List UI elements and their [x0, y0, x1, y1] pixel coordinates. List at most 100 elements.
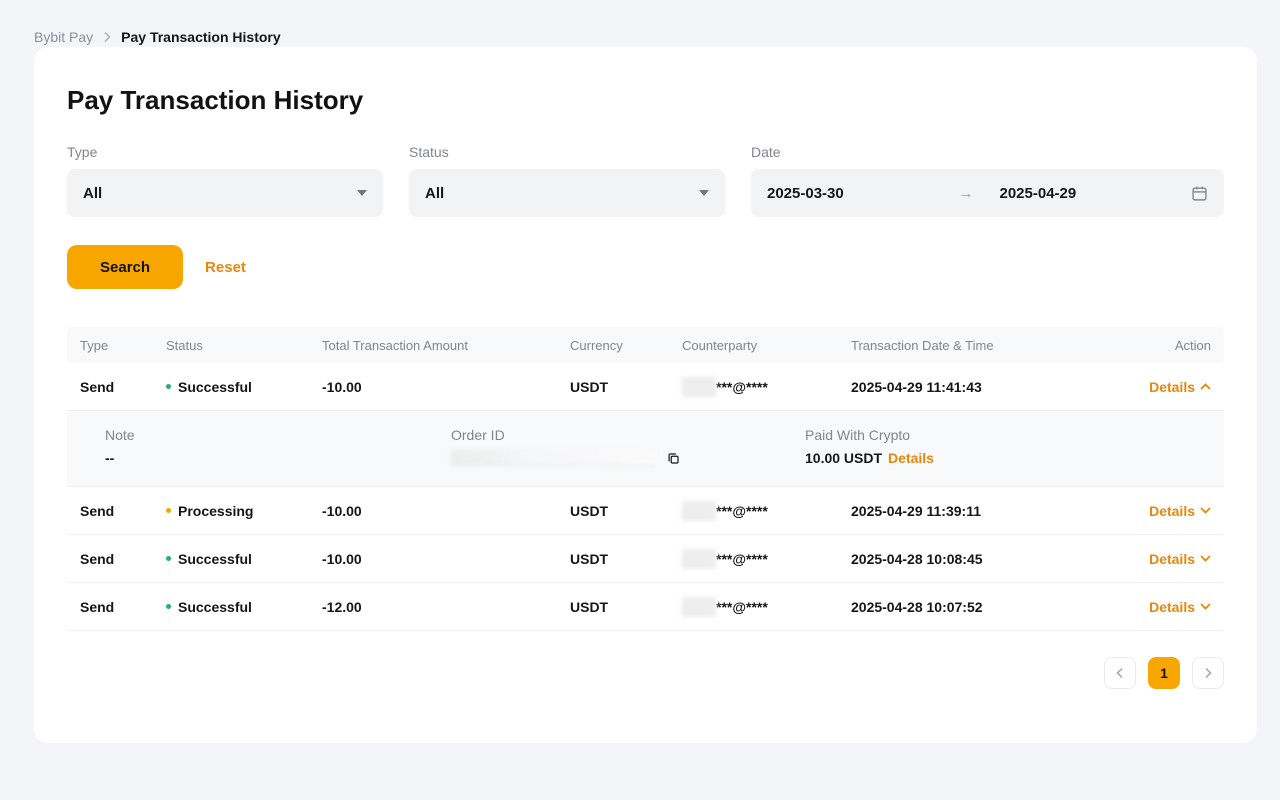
redacted-counterparty-box: [682, 597, 716, 617]
detail-note: Note --: [105, 427, 451, 466]
chevron-down-icon: [699, 190, 709, 196]
cell-datetime: 2025-04-29 11:39:11: [851, 503, 1121, 519]
table-body: Send Successful -10.00 USDT ***@**** 202…: [67, 363, 1224, 631]
table-row: Send Processing -10.00 USDT ***@**** 202…: [67, 487, 1224, 535]
order-id-label: Order ID: [451, 427, 805, 443]
cell-currency: USDT: [570, 379, 682, 395]
reset-button[interactable]: Reset: [201, 259, 250, 276]
paid-with-crypto-label: Paid With Crypto: [805, 427, 1211, 443]
redacted-counterparty-box: [682, 549, 716, 569]
cell-status: Successful: [166, 551, 322, 567]
cell-counterparty: ***@****: [682, 377, 851, 397]
paid-with-crypto-value: 10.00 USDT: [805, 450, 882, 466]
cell-amount: -10.00: [322, 551, 570, 567]
date-end-value[interactable]: 2025-04-29: [1000, 185, 1192, 202]
column-header-status: Status: [166, 338, 322, 353]
redacted-order-id-box: [451, 450, 656, 466]
content-card: Pay Transaction History Type All Status …: [34, 47, 1257, 743]
cell-counterparty: ***@****: [682, 597, 851, 617]
chevron-right-icon: [103, 31, 111, 43]
cell-counterparty-text: ***@****: [716, 379, 768, 395]
cell-status: Successful: [166, 599, 322, 615]
page-title: Pay Transaction History: [67, 85, 1224, 116]
cell-currency: USDT: [570, 551, 682, 567]
cell-amount: -10.00: [322, 503, 570, 519]
search-button[interactable]: Search: [67, 245, 183, 289]
status-select[interactable]: All: [409, 169, 725, 217]
table-row: Send Successful -10.00 USDT ***@**** 202…: [67, 363, 1224, 411]
date-range-picker[interactable]: 2025-03-30 → 2025-04-29: [751, 169, 1224, 217]
date-filter: Date 2025-03-30 → 2025-04-29: [751, 144, 1224, 217]
cell-status: Successful: [166, 379, 322, 395]
redacted-counterparty-box: [682, 377, 716, 397]
details-link-label: Details: [1149, 379, 1195, 395]
type-select[interactable]: All: [67, 169, 383, 217]
cell-datetime: 2025-04-29 11:41:43: [851, 379, 1121, 395]
cell-counterparty-text: ***@****: [716, 503, 768, 519]
table-row: Send Successful -12.00 USDT ***@**** 202…: [67, 583, 1224, 631]
details-toggle-link[interactable]: Details: [1149, 379, 1211, 395]
filter-actions: Search Reset: [67, 245, 1224, 289]
cell-currency: USDT: [570, 503, 682, 519]
details-link-label: Details: [1149, 599, 1195, 615]
type-filter: Type All: [67, 144, 383, 217]
column-header-counterparty: Counterparty: [682, 338, 851, 353]
column-header-action: Action: [1121, 338, 1211, 353]
cell-type: Send: [80, 551, 166, 567]
cell-counterparty-text: ***@****: [716, 551, 768, 567]
cell-type: Send: [80, 379, 166, 395]
cell-status-text: Successful: [178, 551, 252, 567]
cell-datetime: 2025-04-28 10:08:45: [851, 551, 1121, 567]
column-header-amount: Total Transaction Amount: [322, 338, 570, 353]
transactions-table: Type Status Total Transaction Amount Cur…: [67, 327, 1224, 631]
column-header-currency: Currency: [570, 338, 682, 353]
cell-status-text: Successful: [178, 379, 252, 395]
cell-counterparty: ***@****: [682, 549, 851, 569]
breadcrumb: Bybit Pay Pay Transaction History: [0, 0, 1280, 47]
type-select-value: All: [83, 185, 102, 202]
cell-status: Processing: [166, 503, 322, 519]
chevron-down-icon: [1200, 507, 1211, 514]
paid-with-crypto-details-link[interactable]: Details: [888, 450, 934, 466]
page-1-button[interactable]: 1: [1148, 657, 1180, 689]
cell-type: Send: [80, 599, 166, 615]
cell-status-text: Successful: [178, 599, 252, 615]
status-filter-label: Status: [409, 144, 725, 160]
details-toggle-link[interactable]: Details: [1149, 599, 1211, 615]
table-row: Send Successful -10.00 USDT ***@**** 202…: [67, 535, 1224, 583]
cell-currency: USDT: [570, 599, 682, 615]
filter-bar: Type All Status All Date 2025-03-30 → 20…: [67, 144, 1224, 217]
details-toggle-link[interactable]: Details: [1149, 551, 1211, 567]
detail-order-id: Order ID: [451, 427, 805, 466]
expanded-detail-row: Note -- Order ID Paid With Crypto 10.00 …: [67, 411, 1224, 487]
details-link-label: Details: [1149, 503, 1195, 519]
redacted-counterparty-box: [682, 501, 716, 521]
note-value: --: [105, 450, 451, 466]
calendar-icon[interactable]: [1191, 185, 1208, 202]
copy-icon[interactable]: [666, 451, 681, 466]
breadcrumb-parent-link[interactable]: Bybit Pay: [34, 29, 93, 45]
cell-amount: -12.00: [322, 599, 570, 615]
date-filter-label: Date: [751, 144, 1224, 160]
chevron-down-icon: [1200, 603, 1211, 610]
column-header-type: Type: [80, 338, 166, 353]
chevron-up-icon: [1200, 383, 1211, 390]
details-toggle-link[interactable]: Details: [1149, 503, 1211, 519]
arrow-right-icon: →: [959, 185, 974, 202]
prev-page-button[interactable]: [1104, 657, 1136, 689]
detail-paid-with-crypto: Paid With Crypto 10.00 USDT Details: [805, 427, 1211, 466]
date-start-value[interactable]: 2025-03-30: [767, 185, 959, 202]
details-link-label: Details: [1149, 551, 1195, 567]
cell-status-text: Processing: [178, 503, 253, 519]
cell-counterparty-text: ***@****: [716, 599, 768, 615]
status-filter: Status All: [409, 144, 725, 217]
type-filter-label: Type: [67, 144, 383, 160]
next-page-button[interactable]: [1192, 657, 1224, 689]
pagination: 1: [67, 657, 1224, 689]
chevron-down-icon: [357, 190, 367, 196]
status-dot-icon: [166, 604, 171, 609]
column-header-datetime: Transaction Date & Time: [851, 338, 1121, 353]
status-dot-icon: [166, 556, 171, 561]
cell-counterparty: ***@****: [682, 501, 851, 521]
status-select-value: All: [425, 185, 444, 202]
